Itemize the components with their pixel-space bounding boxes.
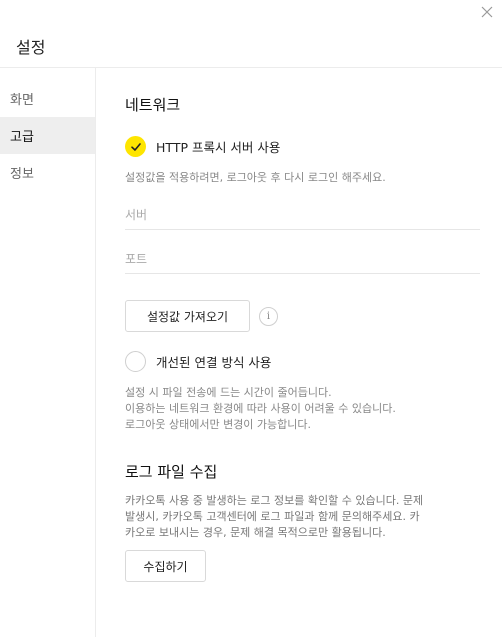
proxy-label: HTTP 프록시 서버 사용 (156, 140, 281, 155)
info-icon[interactable]: i (259, 307, 278, 326)
proxy-checkbox[interactable]: HTTP 프록시 서버 사용 (125, 136, 280, 157)
improved-desc-line: 설정 시 파일 전송에 드는 시간이 줄어듭니다. (125, 386, 332, 399)
server-input[interactable] (125, 200, 480, 229)
improved-connection-label: 개선된 연결 방식 사용 (156, 355, 272, 370)
import-settings-button[interactable]: 설정값 가져오기 (125, 300, 250, 332)
sidebar-item-advanced[interactable]: 고급 (0, 117, 95, 154)
server-field[interactable] (125, 200, 480, 230)
log-description: 카카오톡 사용 중 발생하는 로그 정보를 확인할 수 있습니다. 문제 발생시… (125, 493, 480, 541)
improved-desc-line: 이용하는 네트워크 환경에 따라 사용이 어려울 수 있습니다. (125, 402, 396, 415)
improved-connection-checkbox[interactable]: 개선된 연결 방식 사용 (125, 351, 271, 372)
collect-log-button[interactable]: 수집하기 (125, 550, 206, 582)
sidebar-item-info[interactable]: 정보 (0, 154, 95, 191)
log-desc-line: 발생시, 카카오톡 고객센터에 로그 파일과 함께 문의해주세요. 카 (125, 510, 420, 523)
window-title: 설정 (16, 38, 46, 57)
port-field[interactable] (125, 244, 480, 274)
close-icon[interactable] (480, 5, 494, 19)
log-desc-line: 카카오톡 사용 중 발생하는 로그 정보를 확인할 수 있습니다. 문제 (125, 494, 424, 507)
checkmark-icon (125, 136, 146, 157)
network-section-title: 네트워크 (125, 96, 181, 114)
proxy-description: 설정값을 적용하려면, 로그아웃 후 다시 로그인 해주세요. (125, 171, 386, 184)
sidebar: 화면 고급 정보 (0, 68, 96, 637)
log-section-title: 로그 파일 수집 (125, 463, 218, 481)
sidebar-item-display[interactable]: 화면 (0, 80, 95, 117)
unchecked-circle-icon (125, 351, 146, 372)
improved-desc-line: 로그아웃 상태에서만 변경이 가능합니다. (125, 418, 312, 431)
improved-connection-description: 설정 시 파일 전송에 드는 시간이 줄어듭니다. 이용하는 네트워크 환경에 … (125, 385, 480, 433)
port-input[interactable] (125, 244, 480, 273)
log-desc-line: 카오로 보내시는 경우, 문제 해결 목적으로만 활용됩니다. (125, 526, 386, 539)
